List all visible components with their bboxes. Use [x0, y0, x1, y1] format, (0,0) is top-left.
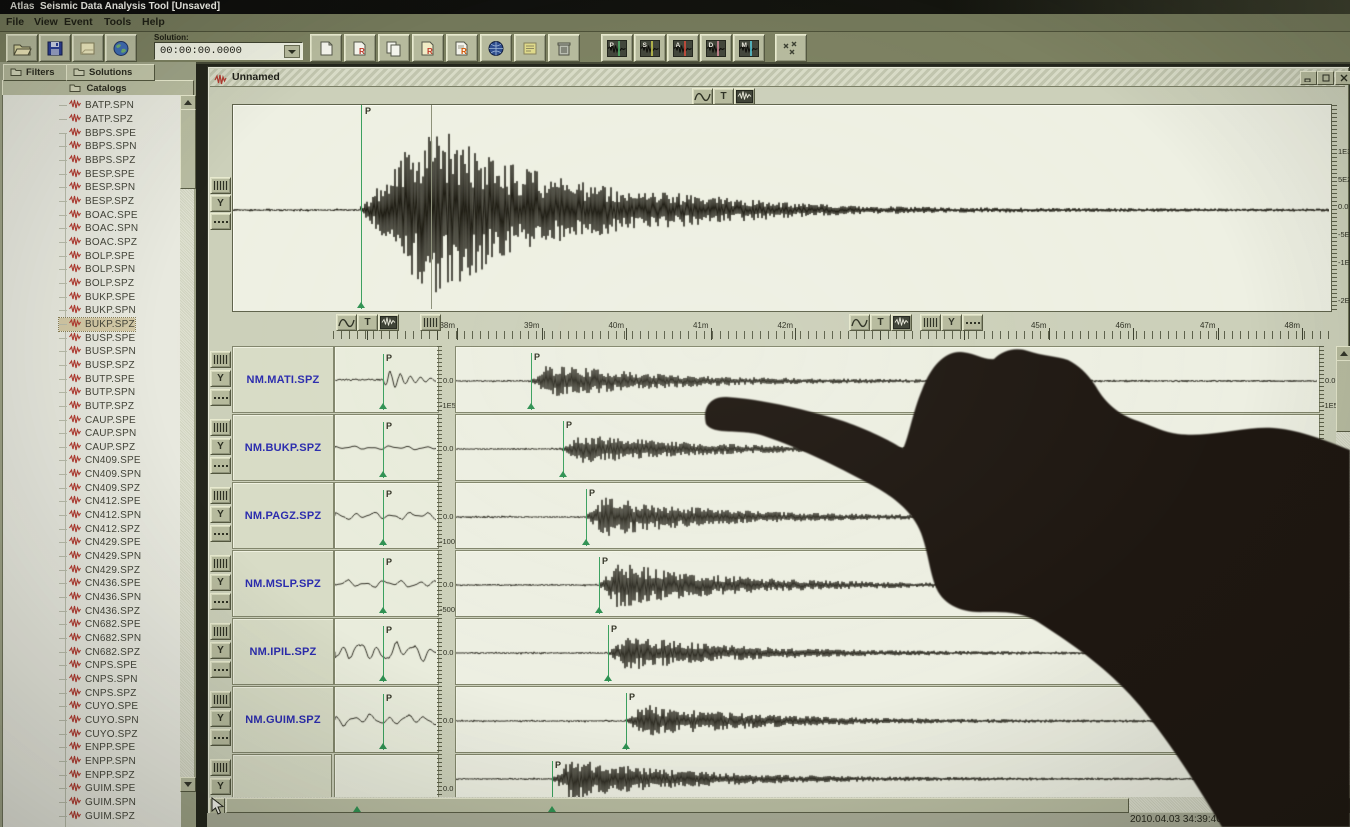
pointing-hand-silhouette: [0, 0, 1350, 827]
screen: Atlas Seismic Data Analysis Tool [Unsave…: [0, 0, 1350, 827]
